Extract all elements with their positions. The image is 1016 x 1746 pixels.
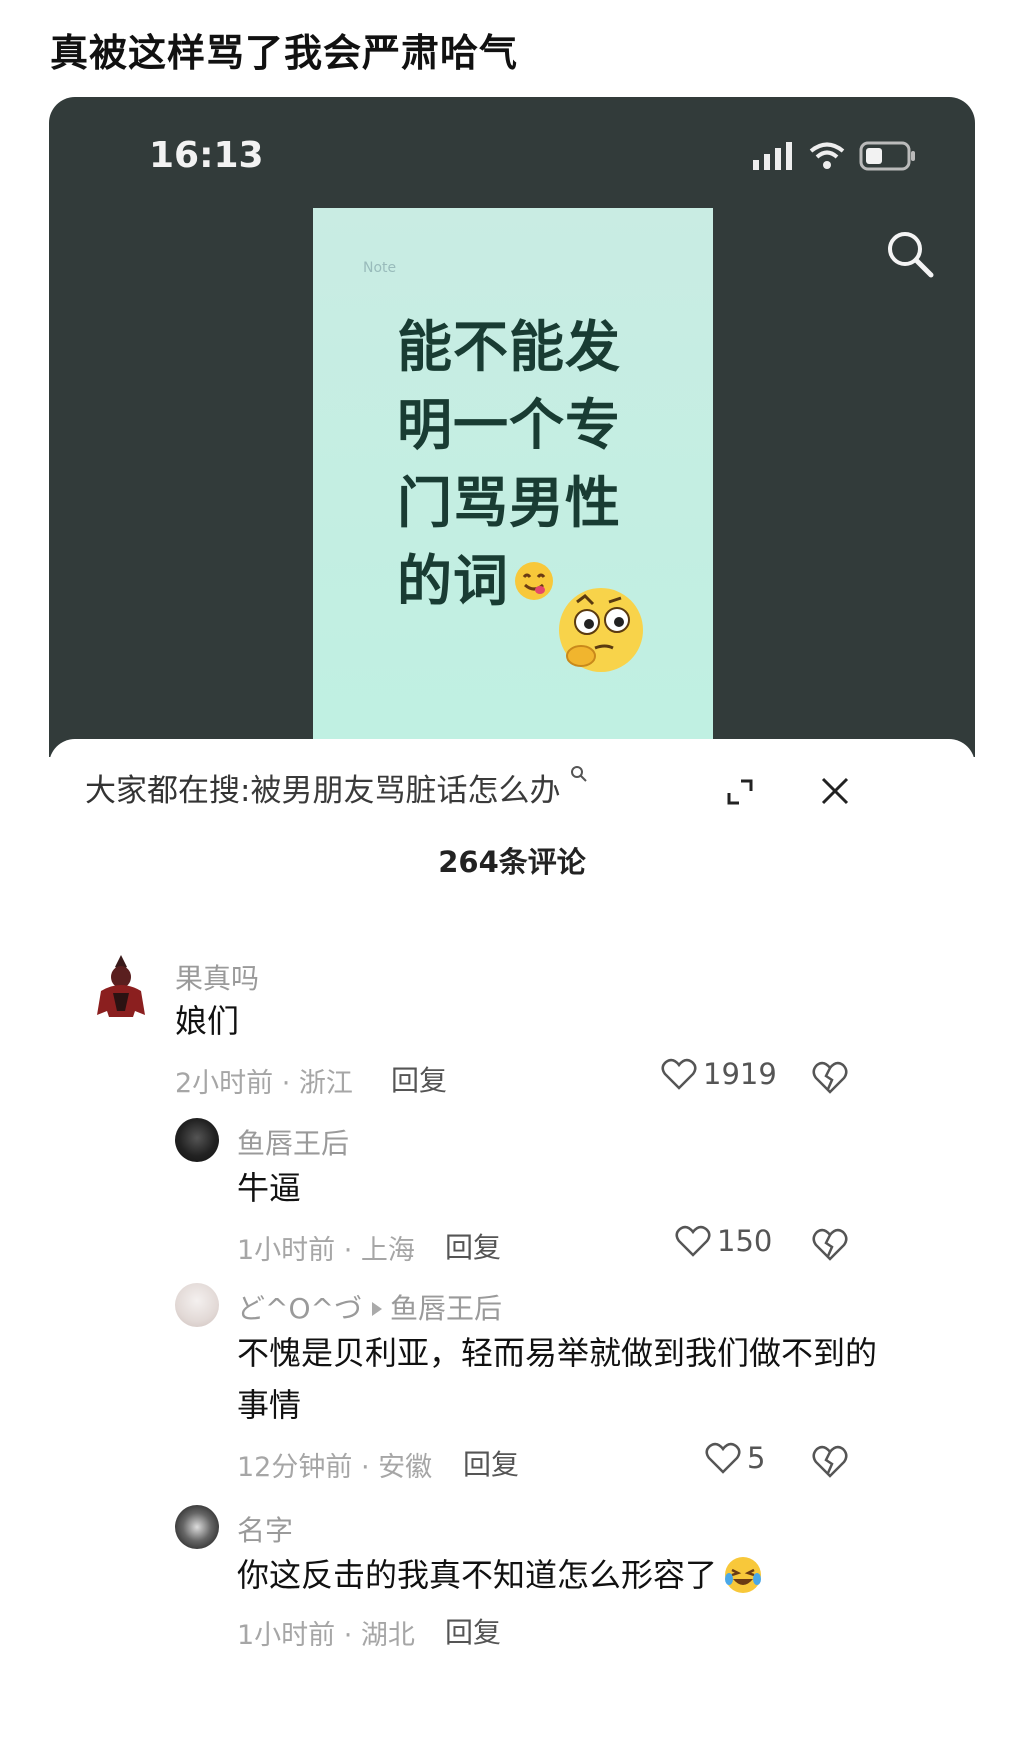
video-poster: Note 能不能发 明一个专 门骂男性 的词 xyxy=(313,208,713,768)
comment-username[interactable]: ど^O^づ 鱼唇王后 xyxy=(237,1287,502,1327)
comment-text-content: 你这反击的我真不知道怎么形容了 xyxy=(237,1556,718,1594)
poster-text: 能不能发 明一个专 门骂男性 的词 xyxy=(397,308,657,620)
status-time: 16:13 xyxy=(149,135,264,176)
heart-icon xyxy=(705,1442,741,1474)
comment-meta: 1小时前 · 湖北 xyxy=(237,1620,415,1651)
comment-text: 牛逼 xyxy=(237,1169,302,1207)
comment-count: 264条评论 xyxy=(438,845,586,879)
reply-button[interactable]: 回复 xyxy=(445,1611,501,1651)
post-title: 真被这样骂了我会严肃哈气 xyxy=(50,31,519,75)
reply-to-arrow-icon xyxy=(371,1302,382,1316)
reply-button[interactable]: 回复 xyxy=(391,1059,447,1099)
poster-line: 明一个专 xyxy=(397,393,622,457)
search-small-icon xyxy=(571,766,588,782)
status-icons xyxy=(753,141,917,171)
hot-search-bar[interactable]: 大家都在搜:被男朋友骂脏话怎么办 xyxy=(85,765,588,810)
comment-text: 娘们 xyxy=(175,1002,240,1040)
wifi-icon xyxy=(809,142,845,169)
signal-icon xyxy=(753,142,792,170)
reply-to-user[interactable]: 鱼唇王后 xyxy=(390,1292,502,1325)
broken-heart-icon[interactable] xyxy=(811,1443,849,1479)
comment-username[interactable]: 名字 xyxy=(237,1509,293,1549)
broken-heart-icon[interactable] xyxy=(811,1226,849,1262)
thinking-emoji-icon xyxy=(559,588,643,672)
like-count: 150 xyxy=(717,1224,773,1258)
comment-meta: 2小时前 · 浙江 xyxy=(175,1068,353,1099)
poster-line: 的词 xyxy=(397,549,510,613)
heart-icon xyxy=(675,1225,711,1257)
laughing-tears-emoji-icon xyxy=(725,1557,762,1593)
like-count: 1919 xyxy=(703,1057,777,1091)
avatar[interactable] xyxy=(175,1283,219,1327)
comment-meta: 12分钟前 · 安徽 xyxy=(237,1452,433,1483)
avatar[interactable] xyxy=(175,1118,219,1162)
like-count: 5 xyxy=(747,1441,766,1475)
comment-text: 不愧是贝利亚，轻而易举就做到我们做不到的事情 xyxy=(237,1334,878,1424)
like-button[interactable]: 1919 xyxy=(661,1057,777,1091)
comment-item: 鱼唇王后 牛逼 1小时前 · 上海 回复 150 xyxy=(49,1114,975,1266)
yum-emoji-icon xyxy=(515,562,554,600)
phone-screenshot: 16:13 Note 能不能发 明一个专 门骂男性 的词 大家都在搜:被男朋友骂… xyxy=(49,97,975,1746)
reply-button[interactable]: 回复 xyxy=(463,1443,519,1483)
close-icon[interactable] xyxy=(817,773,853,809)
battery-icon xyxy=(859,141,915,171)
heart-icon xyxy=(661,1058,697,1090)
poster-line: 能不能发 xyxy=(397,315,622,379)
reply-button[interactable]: 回复 xyxy=(445,1226,501,1266)
comment-username-text[interactable]: ど^O^づ xyxy=(237,1292,362,1325)
like-button[interactable]: 150 xyxy=(675,1224,772,1258)
expand-icon[interactable] xyxy=(725,777,755,807)
avatar[interactable] xyxy=(89,953,153,1017)
comment-username[interactable]: 果真吗 xyxy=(175,957,259,997)
comment-text: 你这反击的我真不知道怎么形容了 xyxy=(237,1549,763,1601)
search-icon[interactable] xyxy=(883,227,937,281)
comment-item: 果真吗 娘们 2小时前 · 浙江 回复 1919 xyxy=(49,929,975,1099)
comment-username[interactable]: 鱼唇王后 xyxy=(237,1122,349,1162)
avatar[interactable] xyxy=(175,1505,219,1549)
hot-search-query[interactable]: 被男朋友骂脏话怎么办 xyxy=(250,773,560,809)
comments-panel: 大家都在搜:被男朋友骂脏话怎么办 264条评论 果真吗 娘们 2小时前 · 浙江… xyxy=(49,739,975,1746)
like-button[interactable]: 5 xyxy=(705,1441,765,1475)
comment-item: 名字 你这反击的我真不知道怎么形容了 1小时前 · 湖北 回复 xyxy=(49,1501,975,1651)
hot-search-prefix: 大家都在搜: xyxy=(85,773,251,809)
poster-brand: Note xyxy=(363,260,397,276)
comment-item: ど^O^づ 鱼唇王后 不愧是贝利亚，轻而易举就做到我们做不到的事情 12分钟前 ·… xyxy=(49,1279,975,1489)
video-area[interactable]: 16:13 Note 能不能发 明一个专 门骂男性 的词 xyxy=(49,97,975,768)
comment-meta: 1小时前 · 上海 xyxy=(237,1235,415,1266)
poster-line: 门骂男性 xyxy=(397,471,622,535)
broken-heart-icon[interactable] xyxy=(811,1059,849,1095)
